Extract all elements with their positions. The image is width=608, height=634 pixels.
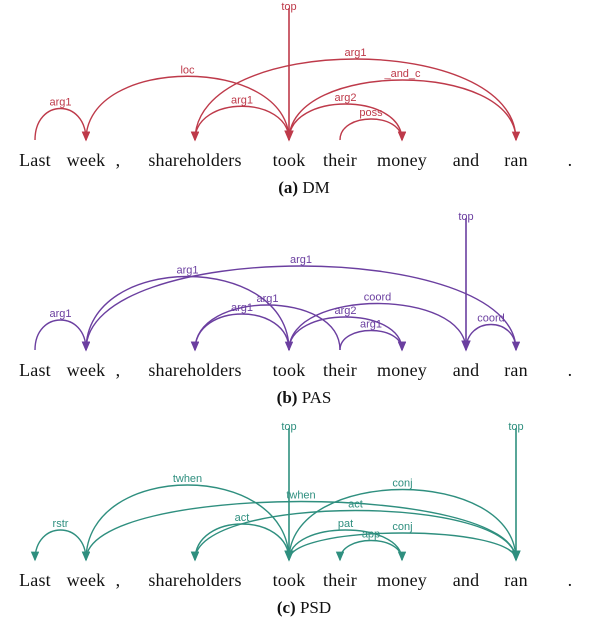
edge-label: arg1 (176, 265, 198, 277)
dependency-arc (340, 541, 402, 561)
edge-label: arg1 (256, 293, 278, 305)
token: and (441, 150, 491, 171)
token: , (110, 360, 126, 381)
token: ran (494, 570, 538, 591)
panel-caption: (b) PAS (0, 388, 608, 408)
dependency-arc (340, 119, 402, 140)
token: . (560, 570, 580, 591)
edge-label: arg1 (49, 97, 71, 109)
token: week (61, 150, 111, 171)
edge-label: pat (338, 518, 353, 530)
dependency-arc (340, 331, 402, 351)
dependency-arc (86, 502, 516, 561)
edge-label: loc (180, 64, 195, 76)
dependency-arc (35, 530, 86, 560)
dependency-arc (289, 104, 402, 140)
caption-text: DM (302, 178, 329, 197)
token: took (261, 360, 317, 381)
token: money (366, 150, 438, 171)
token: week (61, 570, 111, 591)
panel-psd: toptoprstrtwhentwhenactactpatappconjconj… (0, 420, 608, 620)
caption-letter: (b) (277, 388, 298, 407)
token: money (366, 360, 438, 381)
token: ran (494, 360, 538, 381)
dependency-arc (289, 533, 516, 560)
dependency-arc (195, 314, 289, 350)
edge-label: arg1 (49, 308, 71, 320)
token: their (316, 360, 364, 381)
dependency-arc (289, 80, 516, 140)
panel-caption: (a) DM (0, 178, 608, 198)
caption-text: PAS (302, 388, 332, 407)
panel-pas: toparg1arg1arg1arg1arg2coordcoordarg1arg… (0, 210, 608, 410)
token: took (261, 150, 317, 171)
panel-dm: top arg1 loc arg1 _and_cpossarg2 arg1 Lastweek… (0, 0, 608, 200)
top-label: top (508, 421, 523, 433)
token: their (316, 150, 364, 171)
dependency-arc (195, 106, 289, 140)
edge-label: arg1 (290, 254, 312, 266)
token: . (560, 360, 580, 381)
token: shareholders (130, 360, 260, 381)
edge-label: _and_c (383, 68, 421, 80)
edge-label: arg1 (231, 94, 253, 106)
token: , (110, 150, 126, 171)
edge-label: act (348, 499, 363, 511)
token: and (441, 360, 491, 381)
dependency-arc (86, 266, 516, 350)
dependency-arc (86, 485, 289, 560)
token: shareholders (130, 150, 260, 171)
top-label: top (458, 211, 473, 223)
edge-label: rstr (53, 518, 69, 530)
edge-label: coord (477, 313, 505, 325)
dependency-arc (86, 277, 289, 351)
token: Last (9, 570, 61, 591)
token: money (366, 570, 438, 591)
dependency-arc (35, 320, 86, 350)
dependency-arc (466, 325, 516, 351)
edge-label: conj (392, 521, 412, 533)
top-label: top (281, 421, 296, 433)
token: Last (9, 150, 61, 171)
caption-letter: (c) (277, 598, 296, 617)
dependency-arc (195, 524, 289, 560)
dependency-arc (35, 109, 86, 141)
token: week (61, 360, 111, 381)
edge-label: arg1 (344, 47, 366, 59)
top-label: top (281, 1, 296, 13)
caption-letter: (a) (278, 178, 298, 197)
edge-label: coord (364, 292, 392, 304)
edge-label: conj (392, 478, 412, 490)
token: their (316, 570, 364, 591)
token: . (560, 150, 580, 171)
token: and (441, 570, 491, 591)
token: ran (494, 150, 538, 171)
token: took (261, 570, 317, 591)
token: shareholders (130, 570, 260, 591)
caption-text: PSD (300, 598, 331, 617)
dependency-arc (195, 305, 340, 350)
token: , (110, 570, 126, 591)
edge-label: arg2 (334, 92, 356, 104)
edge-label: twhen (286, 490, 315, 502)
edge-label: poss (359, 107, 383, 119)
token: Last (9, 360, 61, 381)
edge-label: twhen (173, 473, 202, 485)
panel-caption: (c) PSD (0, 598, 608, 618)
